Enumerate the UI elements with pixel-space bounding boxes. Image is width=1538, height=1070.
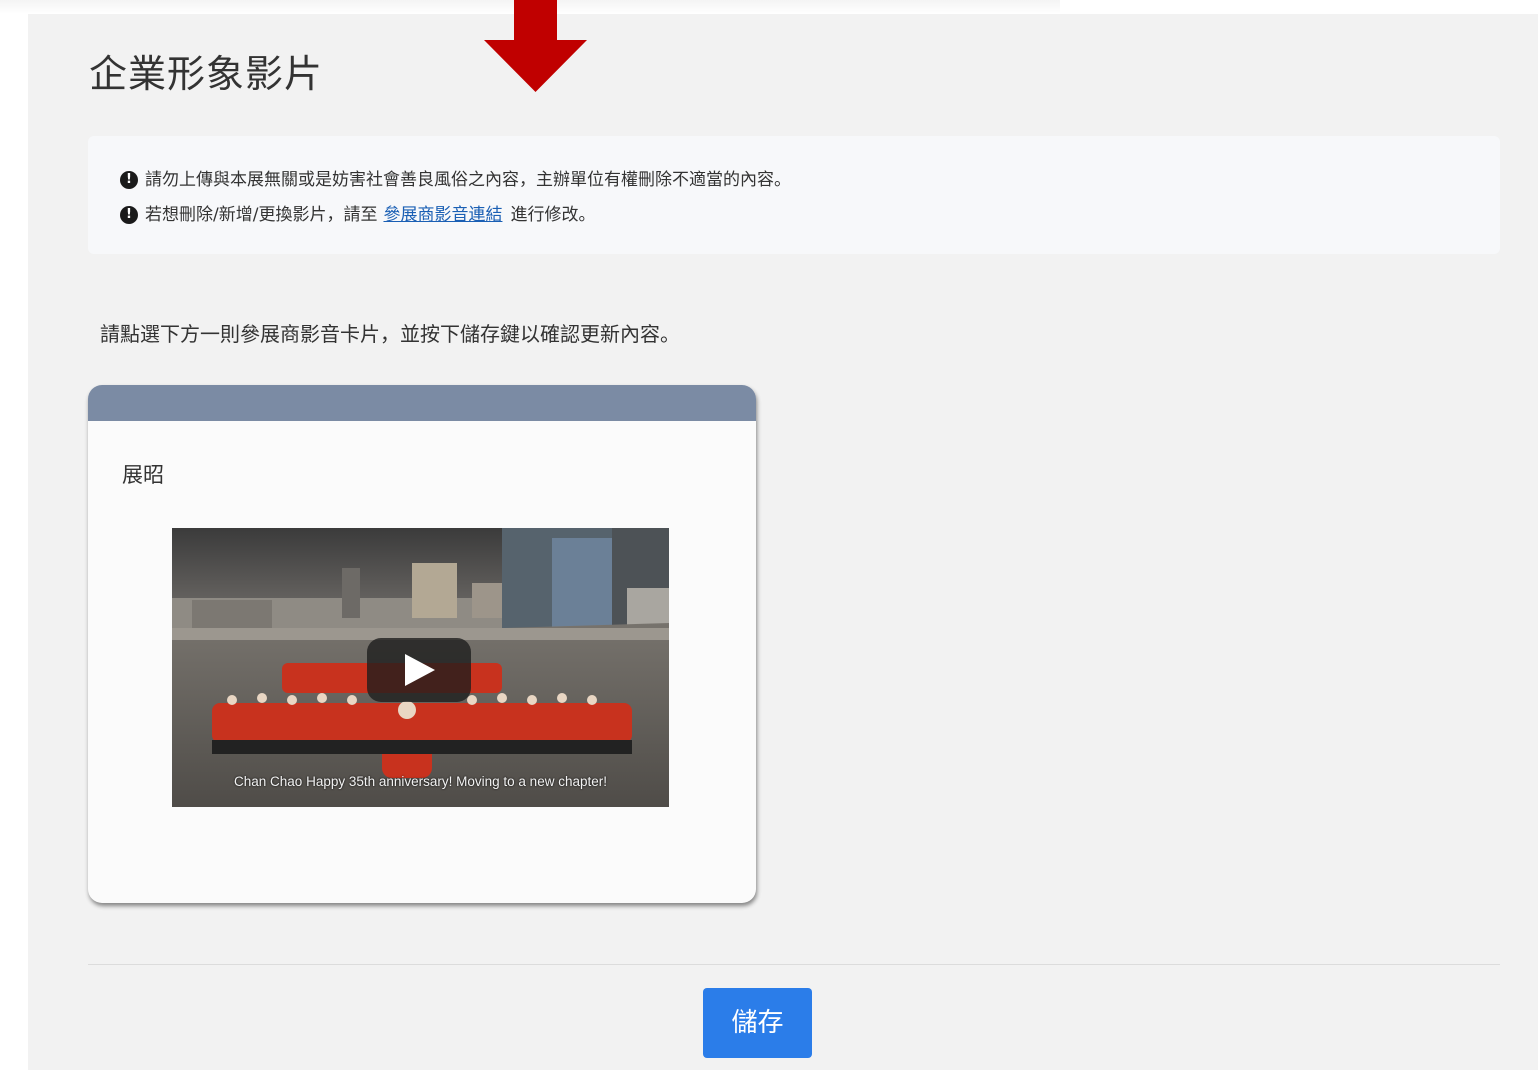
arrow-down-icon bbox=[484, 0, 587, 92]
exclamation-circle-icon: ! bbox=[120, 171, 138, 189]
video-card[interactable]: 展昭 Chan Chao Happy 35th anniversary! Mov… bbox=[88, 385, 756, 903]
notice-box bbox=[88, 136, 1500, 254]
exclamation-circle-icon: ! bbox=[120, 206, 138, 224]
notice-line-2: ! 若想刪除/新增/更換影片，請至 參展商影音連結 進行修改。 bbox=[120, 203, 595, 227]
page-title: 企業形象影片 bbox=[89, 52, 324, 96]
instruction-text: 請點選下方一則參展商影音卡片，並按下儲存鍵以確認更新內容。 bbox=[100, 322, 680, 346]
card-header bbox=[88, 385, 756, 421]
play-button[interactable] bbox=[367, 638, 471, 702]
notice-line-1: ! 請勿上傳與本展無關或是妨害社會善良風俗之內容，主辦單位有權刪除不適當的內容。 bbox=[120, 168, 791, 192]
card-company-name: 展昭 bbox=[122, 463, 164, 487]
exhibitor-video-link[interactable]: 參展商影音連結 bbox=[383, 203, 502, 227]
notice-text-1: 請勿上傳與本展無關或是妨害社會善良風俗之內容，主辦單位有權刪除不適當的內容。 bbox=[145, 170, 791, 190]
save-button[interactable]: 儲存 bbox=[703, 988, 812, 1058]
video-thumbnail[interactable]: Chan Chao Happy 35th anniversary! Moving… bbox=[172, 528, 669, 807]
notice-text-2-end: 進行修改。 bbox=[510, 205, 596, 225]
divider bbox=[88, 964, 1500, 965]
notice-text-2: 若想刪除/新增/更換影片，請至 bbox=[145, 205, 378, 225]
play-icon bbox=[405, 654, 435, 686]
video-caption: Chan Chao Happy 35th anniversary! Moving… bbox=[234, 774, 607, 789]
